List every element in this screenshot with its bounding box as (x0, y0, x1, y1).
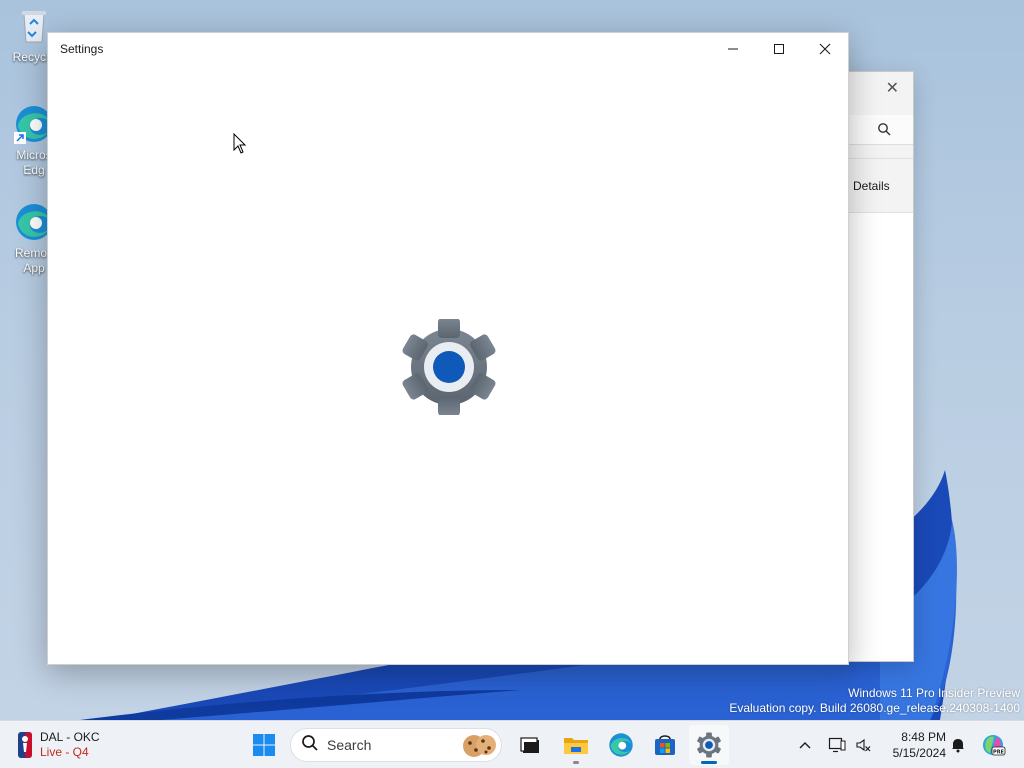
search-icon (877, 121, 891, 140)
sports-widget[interactable]: DAL - OKC Live - Q4 (18, 727, 100, 763)
taskbar-app-file-explorer[interactable] (556, 725, 596, 765)
edge-icon (609, 733, 633, 757)
volume-button[interactable] (852, 721, 874, 768)
taskbar-app-settings[interactable] (689, 725, 729, 765)
watermark-line: Windows 11 Pro Insider Preview (848, 686, 1020, 700)
copilot-button[interactable]: PRE (978, 721, 1008, 768)
clock-time: 8:48 PM (901, 730, 946, 744)
close-icon[interactable]: ✕ (886, 78, 899, 97)
gear-icon (402, 319, 496, 415)
minimize-button[interactable] (710, 33, 756, 65)
maximize-button[interactable] (756, 33, 802, 65)
show-hidden-icons-button[interactable] (794, 721, 816, 768)
volume-icon (856, 738, 871, 752)
svg-text:PRE: PRE (993, 749, 1005, 755)
start-button[interactable] (244, 725, 284, 765)
maximize-icon (774, 44, 784, 54)
gear-icon (697, 732, 721, 758)
divider (847, 158, 913, 159)
active-indicator (701, 761, 717, 764)
search-placeholder: Search (327, 737, 372, 753)
widget-score-title: DAL - OKC (40, 730, 100, 744)
close-button[interactable] (802, 33, 848, 65)
window-title: Settings (60, 42, 104, 56)
chevron-up-icon (799, 742, 811, 749)
nba-logo-icon (18, 732, 32, 758)
copilot-icon: PRE (983, 735, 1006, 756)
details-tab[interactable]: Details (853, 179, 890, 193)
widget-live-status: Live - Q4 (40, 745, 89, 759)
minimize-icon (728, 48, 738, 50)
watermark-line: Evaluation copy. Build 26080.ge_release.… (729, 701, 1020, 715)
background-window-content (847, 213, 913, 661)
notification-button[interactable] (948, 721, 968, 768)
title-bar[interactable]: Settings (48, 33, 848, 65)
clock-date: 5/15/2024 (892, 746, 946, 760)
close-icon (819, 43, 831, 55)
taskbar-app-store[interactable] (645, 725, 685, 765)
evaluation-watermark: Windows 11 Pro Insider Preview Evaluatio… (729, 686, 1020, 716)
network-icon (828, 737, 846, 753)
taskbar-clock[interactable]: 8:48 PM 5/15/2024 (880, 729, 946, 761)
task-view-button[interactable] (510, 725, 550, 765)
notification-icon (952, 739, 964, 753)
network-button[interactable] (826, 721, 848, 768)
taskbar: DAL - OKC Live - Q4 Search 8:48 PM 5/15/… (0, 720, 1024, 768)
folder-icon (564, 738, 588, 754)
mouse-cursor-icon (233, 133, 247, 154)
store-icon (655, 735, 675, 755)
task-view-icon (520, 737, 539, 753)
windows-logo-icon (253, 734, 275, 756)
background-search-box[interactable] (847, 115, 913, 145)
taskbar-app-edge[interactable] (601, 725, 641, 765)
running-indicator (573, 761, 579, 764)
cookie-icon (461, 731, 497, 763)
search-icon (301, 734, 319, 756)
settings-window[interactable]: Settings (47, 32, 849, 665)
taskbar-search-box[interactable]: Search (290, 728, 502, 762)
